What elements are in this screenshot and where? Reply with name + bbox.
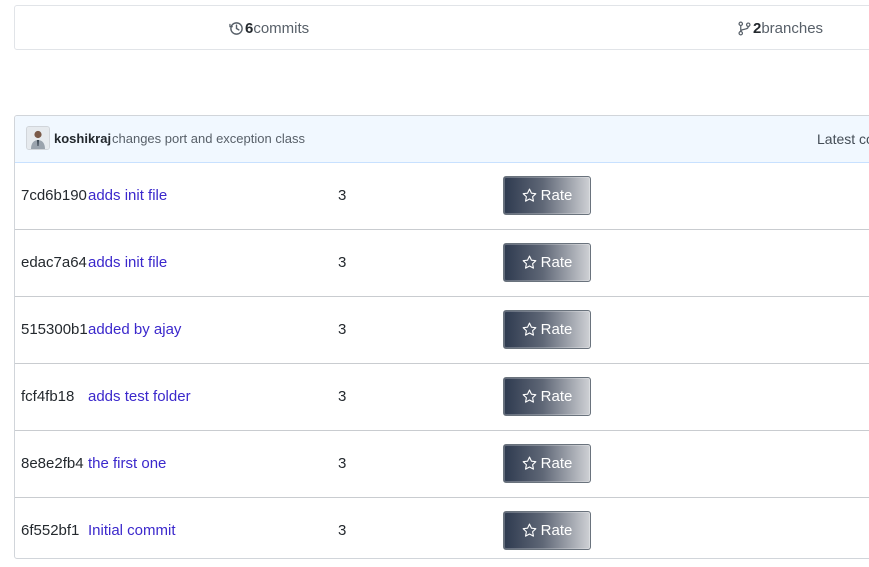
rate-button[interactable]: Rate <box>503 444 591 483</box>
branches-count: 2 <box>753 20 762 37</box>
latest-commit-message[interactable]: changes port and exception class <box>112 131 305 146</box>
rate-label: Rate <box>540 388 573 405</box>
latest-commit-label: Latest co <box>817 131 869 147</box>
branches-label: branches <box>761 20 824 37</box>
commit-rating-count: 3 <box>338 522 347 539</box>
commit-sha[interactable]: 7cd6b190 <box>21 187 87 204</box>
commit-sha[interactable]: 6f552bf1 <box>21 522 79 539</box>
avatar[interactable] <box>26 126 50 150</box>
rate-label: Rate <box>540 522 573 539</box>
star-icon <box>522 523 537 537</box>
commits-label: commits <box>253 20 310 37</box>
commits-stat[interactable]: 6 commits <box>229 20 309 37</box>
rate-button[interactable]: Rate <box>503 176 591 215</box>
rate-label: Rate <box>540 321 573 338</box>
commit-row: 515300b1 added by ajay 3 Rate <box>15 296 869 363</box>
commit-message-link[interactable]: adds init file <box>88 187 167 204</box>
commit-list: koshikraj changes port and exception cla… <box>14 115 869 559</box>
commit-sha[interactable]: fcf4fb18 <box>21 388 74 405</box>
commit-row: edac7a64 adds init file 3 Rate <box>15 229 869 296</box>
commits-count: 6 <box>245 20 254 37</box>
git-branch-icon <box>738 21 751 36</box>
latest-commit-author[interactable]: koshikraj <box>54 131 111 146</box>
rate-button[interactable]: Rate <box>503 243 591 282</box>
commit-rating-count: 3 <box>338 455 347 472</box>
commit-rating-count: 3 <box>338 321 347 338</box>
star-icon <box>522 456 537 470</box>
rate-label: Rate <box>540 187 573 204</box>
star-icon <box>522 188 537 202</box>
star-icon <box>522 322 537 336</box>
rate-button[interactable]: Rate <box>503 377 591 416</box>
star-icon <box>522 389 537 403</box>
rate-button[interactable]: Rate <box>503 511 591 550</box>
star-icon <box>522 255 537 269</box>
rate-label: Rate <box>540 254 573 271</box>
commit-sha[interactable]: edac7a64 <box>21 254 87 271</box>
commit-row: 6f552bf1 Initial commit 3 Rate <box>15 497 869 558</box>
commit-rating-count: 3 <box>338 388 347 405</box>
commit-rating-count: 3 <box>338 187 347 204</box>
commit-sha[interactable]: 515300b1 <box>21 321 88 338</box>
rate-button[interactable]: Rate <box>503 310 591 349</box>
latest-commit-bar: koshikraj changes port and exception cla… <box>15 116 869 163</box>
commit-row: 8e8e2fb4 the first one 3 Rate <box>15 430 869 497</box>
commit-message-link[interactable]: the first one <box>88 455 166 472</box>
repo-stats-bar: 6 commits 2 branches <box>14 5 869 50</box>
commit-message-link[interactable]: adds test folder <box>88 388 191 405</box>
commit-row: fcf4fb18 adds test folder 3 Rate <box>15 363 869 430</box>
commit-row: 7cd6b190 adds init file 3 Rate <box>15 163 869 229</box>
commit-sha[interactable]: 8e8e2fb4 <box>21 455 84 472</box>
rate-label: Rate <box>540 455 573 472</box>
commit-rating-count: 3 <box>338 254 347 271</box>
history-icon <box>229 22 243 35</box>
commit-message-link[interactable]: added by ajay <box>88 321 181 338</box>
commit-message-link[interactable]: Initial commit <box>88 522 176 539</box>
commit-rows: 7cd6b190 adds init file 3 Rate edac7a64 … <box>15 163 869 558</box>
commit-message-link[interactable]: adds init file <box>88 254 167 271</box>
branches-stat[interactable]: 2 branches <box>737 20 823 37</box>
